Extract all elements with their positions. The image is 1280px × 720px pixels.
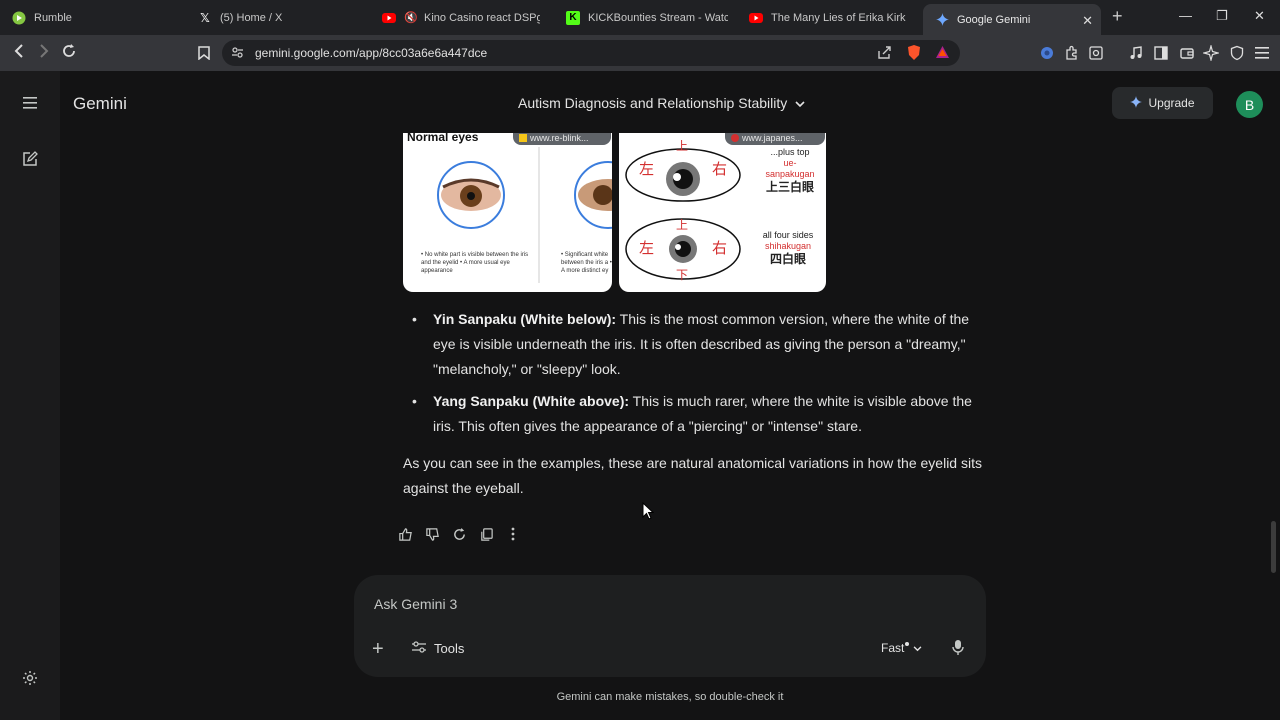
caption-normal: • No white part is visible between the i… bbox=[421, 252, 529, 274]
vpn-icon[interactable] bbox=[1228, 44, 1246, 62]
kick-icon: K bbox=[566, 10, 580, 25]
site-settings-icon[interactable] bbox=[231, 46, 244, 64]
url-text: gemini.google.com/app/8cc03a6e6a447dce bbox=[255, 46, 488, 60]
model-mode-selector[interactable]: Fast bbox=[881, 641, 922, 655]
kanji-bottom: 下 bbox=[676, 268, 689, 282]
caption-sanpaku: • Significant white between the iris a •… bbox=[561, 252, 612, 274]
mouse-cursor-icon bbox=[642, 501, 655, 525]
chevron-down-icon bbox=[913, 641, 922, 655]
rumble-icon bbox=[12, 11, 26, 25]
more-options-icon[interactable] bbox=[504, 525, 522, 543]
address-bar[interactable]: gemini.google.com/app/8cc03a6e6a447dce bbox=[222, 40, 960, 66]
brave-rewards-icon[interactable] bbox=[935, 45, 950, 64]
response-paragraph: As you can see in the examples, these ar… bbox=[403, 455, 982, 496]
microphone-icon[interactable] bbox=[952, 639, 964, 661]
response-actions bbox=[396, 525, 522, 543]
muted-icon[interactable]: 🔇 bbox=[404, 11, 418, 25]
new-tab-icon[interactable]: + bbox=[1112, 6, 1123, 27]
avatar[interactable]: B bbox=[1236, 91, 1263, 118]
share-icon[interactable] bbox=[877, 45, 892, 65]
mode-indicator-dot-icon bbox=[905, 642, 910, 646]
settings-gear-icon[interactable] bbox=[20, 668, 40, 688]
conversation-title-dropdown[interactable]: Autism Diagnosis and Relationship Stabil… bbox=[518, 95, 805, 111]
kanji-right: 右 bbox=[712, 161, 728, 178]
main-menu-icon[interactable] bbox=[20, 93, 40, 113]
youtube-icon bbox=[382, 11, 396, 25]
tab-rumble[interactable]: Rumble bbox=[12, 0, 182, 35]
kanji-left-2: 左 bbox=[639, 240, 655, 257]
label-shihakugan: all four sides shihakugan 四白眼 bbox=[762, 230, 814, 266]
close-window-icon[interactable]: ✕ bbox=[1254, 8, 1265, 24]
prompt-input[interactable] bbox=[372, 589, 936, 619]
copy-icon[interactable] bbox=[477, 525, 495, 543]
add-attachment-icon[interactable]: + bbox=[372, 638, 384, 661]
tab-kino-casino[interactable]: 🔇 Kino Casino react DSPgaming bbox=[382, 0, 540, 35]
brand-title[interactable]: Gemini bbox=[73, 94, 127, 114]
brave-shields-icon[interactable] bbox=[906, 44, 922, 66]
media-controls-icon[interactable] bbox=[1127, 44, 1145, 62]
browser-tab-strip: Rumble 𝕏 (5) Home / X 🔇 Kino Casino reac… bbox=[0, 0, 1280, 35]
scrollbar-thumb[interactable] bbox=[1271, 521, 1276, 573]
back-icon[interactable] bbox=[12, 43, 26, 64]
disclaimer-text: Gemini can make mistakes, so double-chec… bbox=[556, 691, 784, 703]
sidebar bbox=[0, 71, 60, 720]
reload-icon[interactable] bbox=[61, 43, 77, 64]
image-normal-eyes[interactable]: Normal eyes www.re-blink... • No white p… bbox=[403, 133, 612, 292]
gemini-icon bbox=[935, 13, 949, 27]
reader-mode-icon[interactable] bbox=[1087, 44, 1105, 62]
x-icon: 𝕏 bbox=[200, 10, 210, 25]
label-ue-sanpakugan: ...plus top ue-sanpakugan 上三白眼 bbox=[765, 147, 815, 194]
gemini-app: Gemini Autism Diagnosis and Relationship… bbox=[0, 71, 1280, 720]
gemini-sparkle-icon bbox=[1130, 95, 1143, 111]
thumbs-up-icon[interactable] bbox=[396, 525, 414, 543]
tab-erika-kirk[interactable]: The Many Lies of Erika Kirk Pt.1 bbox=[749, 0, 907, 35]
wallet-icon[interactable] bbox=[1178, 44, 1196, 62]
list-item: Yang Sanpaku (White above): This is much… bbox=[403, 389, 983, 439]
upgrade-button[interactable]: Upgrade bbox=[1112, 87, 1213, 119]
chevron-down-icon bbox=[795, 95, 805, 111]
kanji-left: 左 bbox=[639, 161, 655, 178]
browser-menu-icon[interactable] bbox=[1253, 44, 1271, 62]
bookmark-icon[interactable] bbox=[195, 44, 213, 62]
new-chat-icon[interactable] bbox=[20, 149, 40, 169]
tools-button[interactable]: Tools bbox=[412, 641, 464, 656]
image-sanpaku-types[interactable]: www.japanes... 上 左 右 上 左 右 下 ...plus top… bbox=[619, 133, 826, 292]
forward-icon[interactable] bbox=[37, 43, 51, 64]
minimize-icon[interactable]: — bbox=[1179, 8, 1192, 23]
close-tab-icon[interactable]: ✕ bbox=[1082, 13, 1093, 29]
tab-kick-bounties[interactable]: K KICKBounties Stream - Watch Li bbox=[566, 0, 728, 35]
tools-sliders-icon bbox=[412, 641, 426, 656]
extensions-icon[interactable] bbox=[1063, 44, 1081, 62]
list-item: Yin Sanpaku (White below): This is the m… bbox=[403, 307, 983, 382]
kanji-right-2: 右 bbox=[712, 240, 728, 257]
prompt-box: + Tools Fast bbox=[354, 575, 986, 677]
kanji-top-2: 上 bbox=[676, 218, 689, 232]
thumbs-down-icon[interactable] bbox=[423, 525, 441, 543]
sidebar-toggle-icon[interactable] bbox=[1152, 44, 1170, 62]
regenerate-icon[interactable] bbox=[450, 525, 468, 543]
youtube-icon bbox=[749, 11, 763, 25]
tab-google-gemini[interactable]: Google Gemini ✕ bbox=[923, 4, 1101, 35]
tab-x-home[interactable]: 𝕏 (5) Home / X bbox=[198, 0, 368, 35]
leo-ai-icon[interactable] bbox=[1202, 44, 1220, 62]
response-bullet-list: Yin Sanpaku (White below): This is the m… bbox=[403, 307, 983, 446]
restore-icon[interactable]: ❐ bbox=[1216, 8, 1228, 24]
translate-icon[interactable] bbox=[1038, 44, 1056, 62]
kanji-top: 上 bbox=[676, 139, 689, 153]
browser-toolbar: gemini.google.com/app/8cc03a6e6a447dce bbox=[0, 35, 1280, 71]
